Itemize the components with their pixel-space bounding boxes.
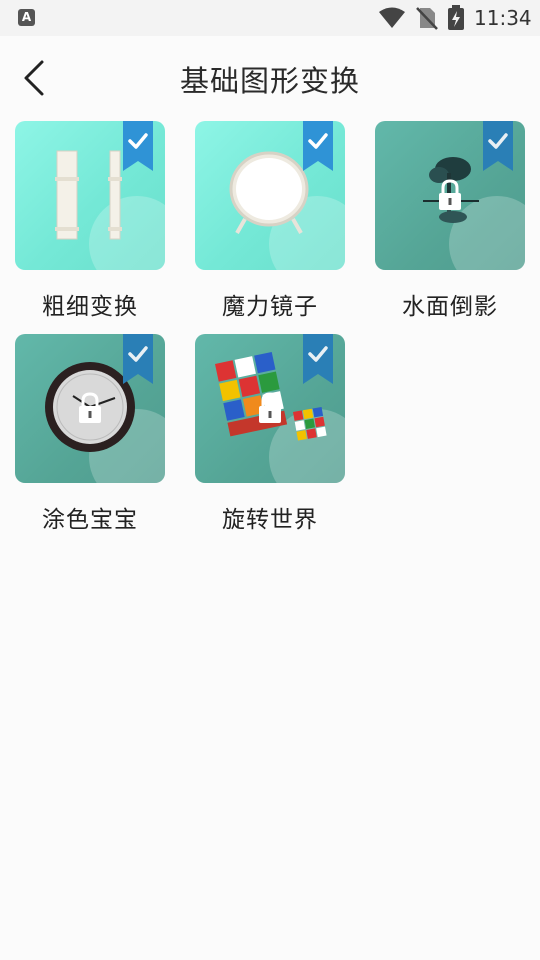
battery-charging-icon bbox=[448, 5, 464, 30]
lesson-card-thickness[interactable]: 粗细变换 bbox=[15, 121, 165, 321]
page-title: 基础图形变换 bbox=[179, 64, 360, 98]
completed-ribbon-icon bbox=[303, 334, 333, 384]
lesson-label: 水面倒影 bbox=[402, 294, 498, 320]
lesson-thumbnail bbox=[195, 121, 345, 270]
lesson-thumbnail bbox=[375, 121, 525, 270]
lesson-thumbnail bbox=[15, 334, 165, 483]
completed-ribbon-icon bbox=[483, 121, 513, 171]
wifi-icon bbox=[379, 7, 405, 28]
completed-ribbon-icon bbox=[303, 121, 333, 171]
lock-icon bbox=[259, 391, 281, 423]
lesson-thumbnail bbox=[195, 334, 345, 483]
lesson-label: 涂色宝宝 bbox=[42, 507, 138, 533]
status-bar: A 11:34 bbox=[0, 0, 540, 36]
lesson-card-rotation[interactable]: 旋转世界 bbox=[195, 334, 345, 534]
no-sim-icon bbox=[416, 7, 438, 30]
lesson-card-coloring[interactable]: 涂色宝宝 bbox=[15, 334, 165, 534]
completed-ribbon-icon bbox=[123, 334, 153, 384]
app-bar: 基础图形变换 bbox=[0, 36, 540, 120]
lesson-label: 魔力镜子 bbox=[222, 294, 318, 320]
app-notification-icon: A bbox=[18, 9, 35, 26]
lesson-card-water-reflection[interactable]: 水面倒影 bbox=[375, 121, 525, 321]
lesson-thumbnail bbox=[15, 121, 165, 270]
completed-ribbon-icon bbox=[123, 121, 153, 171]
lock-icon bbox=[79, 391, 101, 423]
lock-icon bbox=[439, 178, 461, 210]
status-time: 11:34 bbox=[474, 6, 532, 30]
lesson-label: 旋转世界 bbox=[222, 507, 318, 533]
lesson-card-mirror[interactable]: 魔力镜子 bbox=[195, 121, 345, 321]
lesson-label: 粗细变换 bbox=[42, 294, 138, 320]
